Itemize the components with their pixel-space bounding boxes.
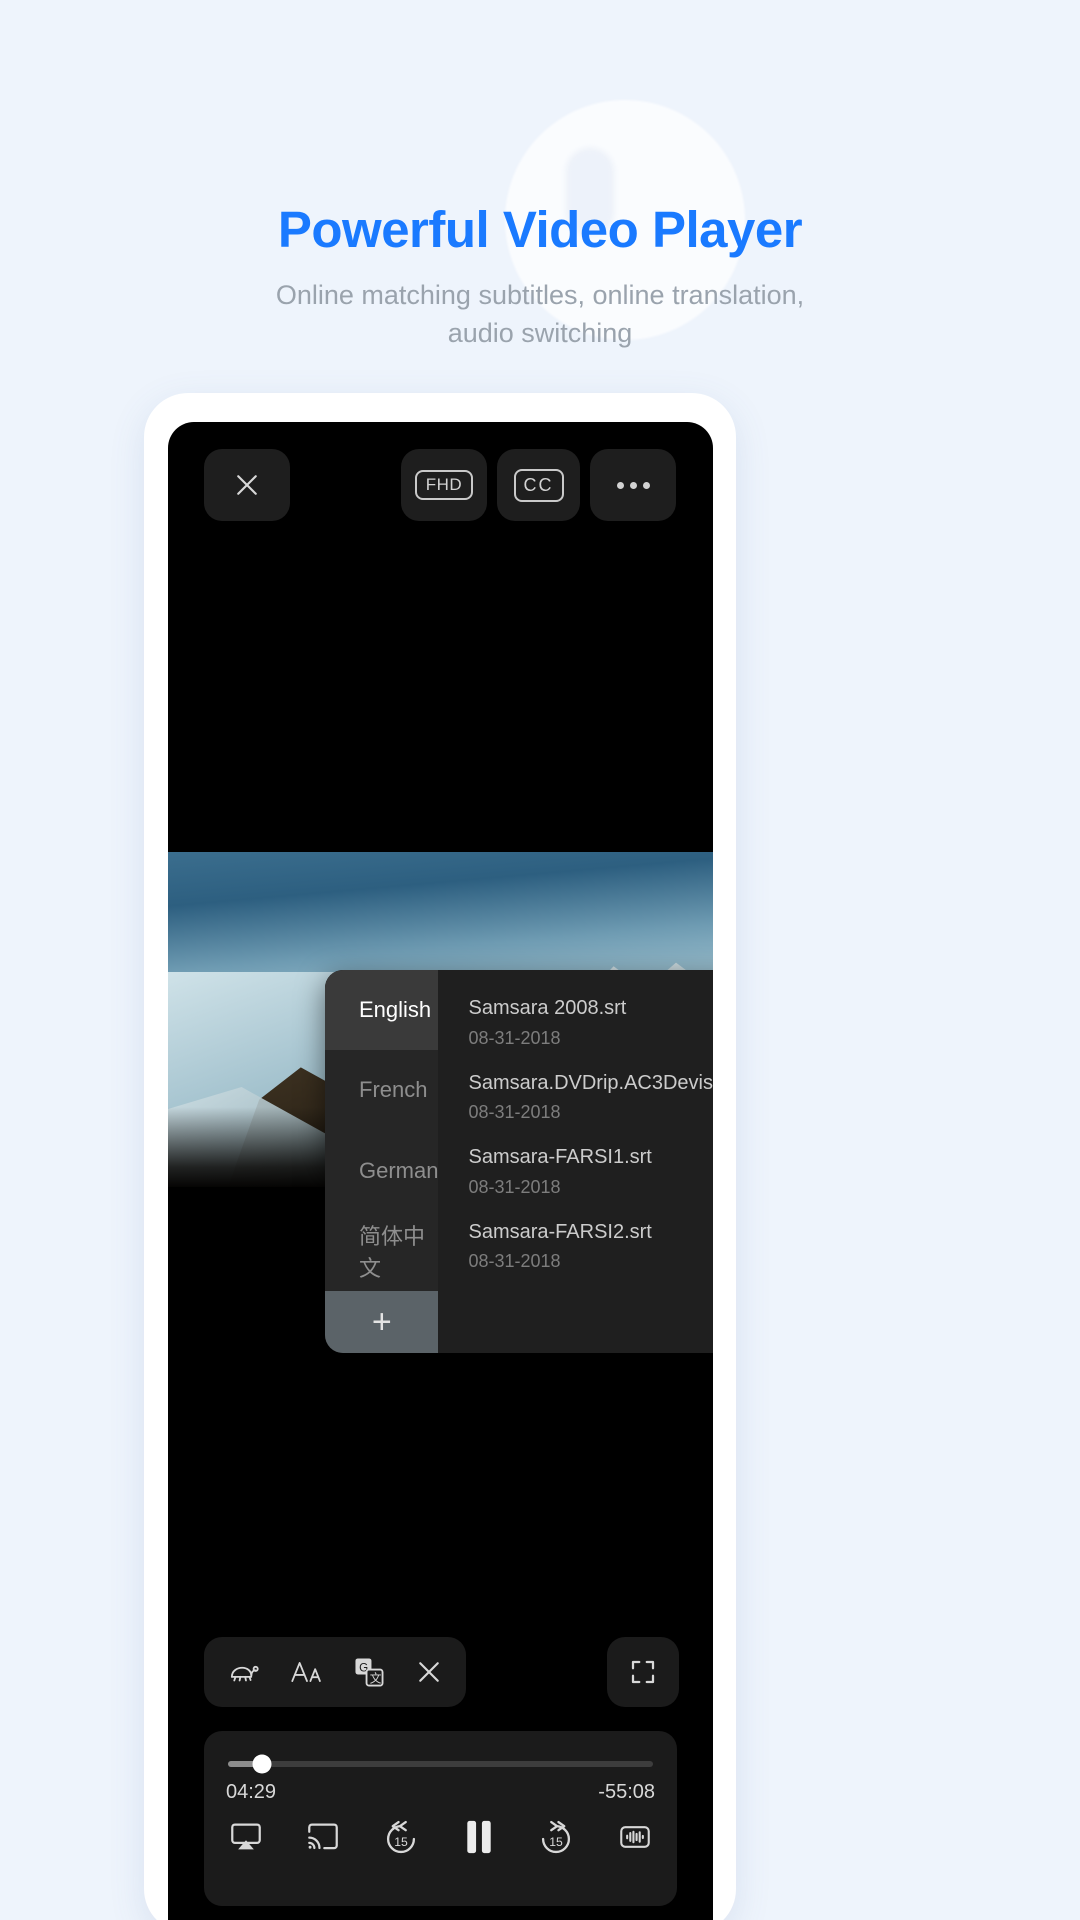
rewind-15-button[interactable]: 15	[381, 1818, 421, 1856]
subtitle-file-name: Samsara-FARSI2.srt	[468, 1220, 652, 1243]
more-options-button[interactable]	[590, 449, 676, 521]
page-subtitle-line-1: Online matching subtitles, online transl…	[275, 280, 805, 310]
subtitle-file-name: Samsara.DVDrip.AC3Devise.NORETAIL.srt	[468, 1071, 713, 1094]
time-row: 04:29 -55:08	[226, 1781, 655, 1804]
fullscreen-icon	[628, 1657, 658, 1687]
video-player-screen: FHD CC English French German 简体中文 + Sams…	[168, 422, 713, 1920]
close-x-icon	[232, 470, 262, 500]
language-item-chinese[interactable]: 简体中文	[325, 1211, 438, 1291]
page-subtitle-line-2: audio switching	[447, 318, 633, 349]
subtitle-selection-popup: English French German 简体中文 + Samsara 200…	[325, 970, 713, 1353]
more-dots-icon	[616, 481, 650, 489]
play-pause-button[interactable]	[462, 1818, 496, 1856]
playback-speed-button[interactable]	[227, 1655, 261, 1689]
progress-thumb[interactable]	[252, 1754, 272, 1774]
subtitle-file-date: 08-31-2018	[468, 1251, 561, 1272]
video-quality-button[interactable]: FHD	[401, 449, 487, 521]
quality-badge-label: FHD	[414, 470, 474, 500]
page-title: Powerful Video Player	[277, 201, 803, 258]
subtitle-file-item[interactable]: Samsara.DVDrip.AC3Devise.NORETAIL.srt 08…	[468, 1071, 713, 1124]
forward-15-button[interactable]: 15	[536, 1818, 576, 1856]
language-item-german[interactable]: German	[325, 1131, 438, 1211]
subtitle-close-button[interactable]	[414, 1657, 444, 1687]
subtitle-file-name: Samsara-FARSI1.srt	[468, 1146, 652, 1169]
svg-text:15: 15	[550, 1835, 564, 1849]
airplay-button[interactable]	[228, 1820, 264, 1854]
subtitle-file-item[interactable]: Samsara-FARSI1.srt 08-31-2018	[468, 1145, 713, 1198]
language-label: 简体中文	[359, 1223, 426, 1281]
language-item-french[interactable]: French	[325, 1050, 438, 1130]
subtitle-toolbar: G 文	[204, 1637, 466, 1707]
language-item-english[interactable]: English	[325, 970, 439, 1051]
subtitle-file-date: 08-31-2018	[468, 1102, 561, 1123]
player-control-bar: 04:29 -55:08 15 15	[204, 1731, 677, 1906]
subtitle-file-name: Samsara 2008.srt	[468, 997, 627, 1019]
add-language-button[interactable]: +	[325, 1291, 439, 1353]
font-size-button[interactable]	[290, 1657, 324, 1687]
cast-button[interactable]	[305, 1820, 341, 1854]
subtitle-file-list[interactable]: Samsara 2008.srt 08-31-2018 Samsara.DVDr…	[438, 970, 713, 1353]
subtitle-file-item[interactable]: Samsara 2008.srt 08-31-2018	[468, 996, 713, 1049]
translate-button[interactable]: G 文	[353, 1656, 385, 1688]
player-top-bar: FHD CC	[168, 449, 713, 525]
page-subtitle: Online matching subtitles, online transl…	[210, 276, 870, 353]
subtitle-file-date: 08-31-2018	[468, 1176, 561, 1197]
svg-text:15: 15	[394, 1835, 408, 1849]
language-label: French	[359, 1077, 428, 1103]
remaining-time-label: -55:08	[598, 1781, 655, 1803]
fullscreen-button[interactable]	[607, 1637, 679, 1707]
language-label: English	[359, 997, 432, 1023]
audio-track-button[interactable]	[617, 1820, 653, 1854]
subtitle-file-date: 08-31-2018	[468, 1027, 561, 1048]
svg-text:文: 文	[369, 1671, 381, 1685]
close-button[interactable]	[204, 449, 290, 521]
caption-badge-label: CC	[513, 468, 564, 502]
closed-caption-button[interactable]: CC	[497, 449, 580, 521]
current-time-label: 04:29	[226, 1781, 277, 1803]
subtitle-language-column: English French German 简体中文 +	[325, 970, 439, 1353]
playback-controls-row: 15 15	[226, 1818, 655, 1856]
language-label: German	[359, 1157, 439, 1183]
progress-slider[interactable]	[228, 1754, 653, 1774]
subtitle-file-item[interactable]: Samsara-FARSI2.srt 08-31-2018	[468, 1220, 713, 1273]
